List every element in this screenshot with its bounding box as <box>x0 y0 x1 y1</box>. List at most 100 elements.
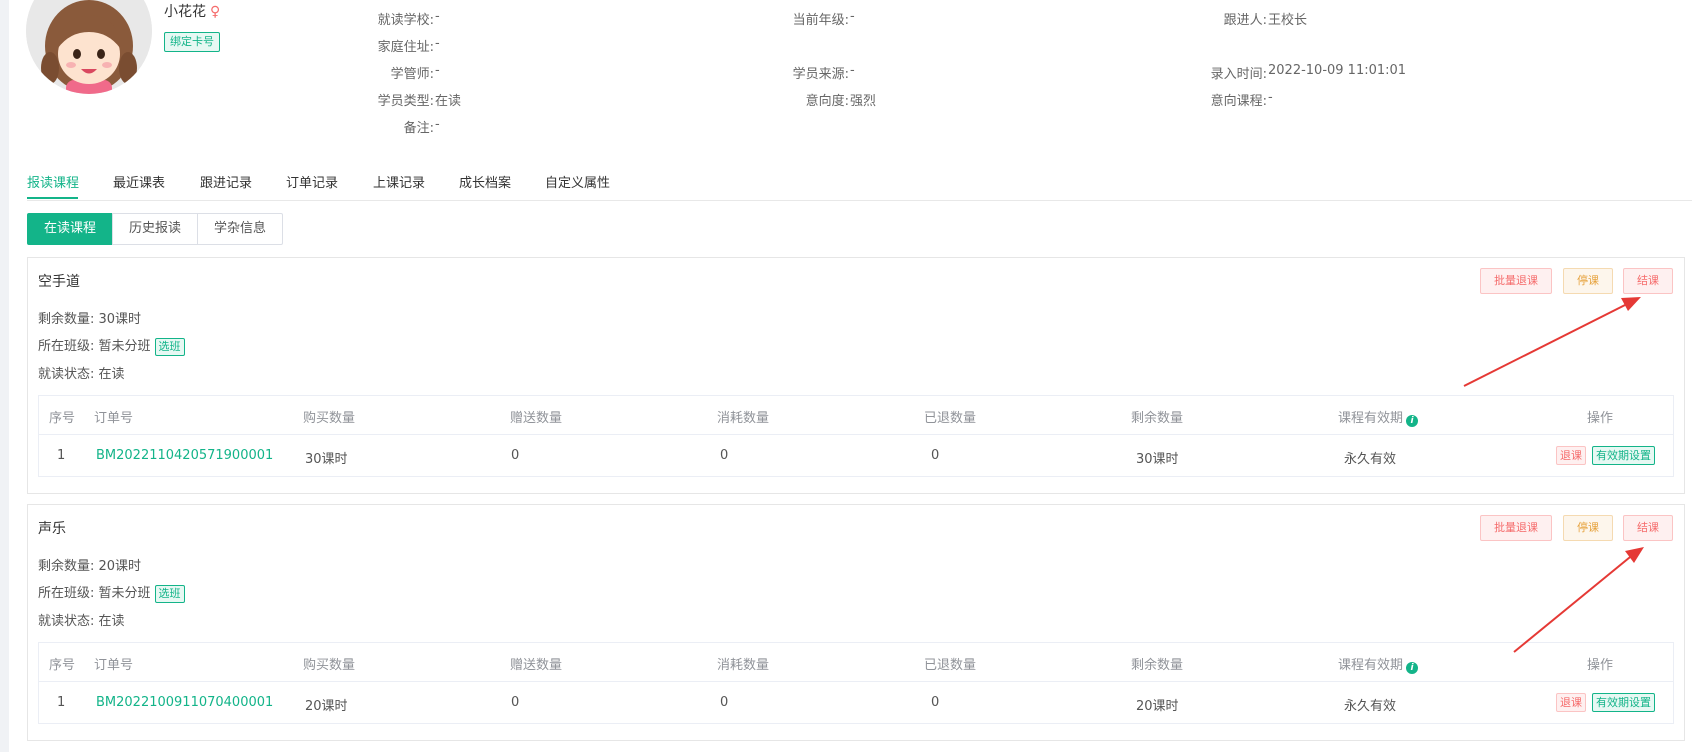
end-course-button[interactable]: 结课 <box>1623 515 1673 541</box>
batch-refund-button[interactable]: 批量退课 <box>1480 515 1552 541</box>
manager-value: - <box>435 63 440 78</box>
th-bought: 购买数量 <box>303 658 356 673</box>
school-label: 就读学校: <box>377 13 434 28</box>
th-validity-text: 课程有效期 <box>1338 411 1404 426</box>
row-validity-settings-button[interactable]: 有效期设置 <box>1592 693 1655 712</box>
intent-label: 意向度: <box>805 94 849 109</box>
cell-validity: 永久有效 <box>1344 452 1397 467</box>
tab-class-records[interactable]: 上课记录 <box>373 172 425 191</box>
th-index: 序号 <box>49 411 76 426</box>
cell-consumed: 0 <box>720 448 729 463</box>
bind-card-button[interactable]: 绑定卡号 <box>164 32 220 52</box>
th-validity: 课程有效期 i <box>1338 407 1419 427</box>
remark-value: - <box>435 117 440 132</box>
th-remaining: 剩余数量 <box>1131 411 1184 426</box>
end-course-button[interactable]: 结课 <box>1623 268 1673 294</box>
tab-follow-records[interactable]: 跟进记录 <box>200 172 252 191</box>
course-card: 声乐 批量退课 停课 结课 剩余数量: 20课时 所在班级: 暂未分班 选班 就读… <box>27 504 1685 741</box>
row-refund-button[interactable]: 退课 <box>1556 693 1586 712</box>
address-value: - <box>435 36 440 51</box>
active-tab-underline <box>27 197 78 199</box>
cell-bought: 30课时 <box>305 452 348 467</box>
cell-remaining: 30课时 <box>1136 452 1179 467</box>
tab-growth-archive[interactable]: 成长档案 <box>459 172 511 191</box>
intent-value: 强烈 <box>850 94 877 109</box>
entry-time-label: 录入时间: <box>1210 67 1267 82</box>
tab-order-records[interactable]: 订单记录 <box>286 172 338 191</box>
th-remaining: 剩余数量 <box>1131 658 1184 673</box>
girl-avatar-illustration <box>26 0 152 94</box>
student-detail-page: 小花花 ♀ 绑定卡号 就读学校: - 当前年级: - 跟进人: 王校长 家庭住址:… <box>9 0 1703 752</box>
table-header-row: 序号 订单号 购买数量 赠送数量 消耗数量 已退数量 剩余数量 课程有效期 i 操… <box>39 396 1673 435</box>
cell-consumed: 0 <box>720 695 729 710</box>
class-info-text: 所在班级: 暂未分班 <box>38 339 151 354</box>
th-returned: 已退数量 <box>924 658 977 673</box>
order-number-link[interactable]: BM2022100911070400001 <box>96 695 273 710</box>
th-returned: 已退数量 <box>924 411 977 426</box>
segment-current-courses[interactable]: 在读课程 <box>27 213 114 245</box>
student-type-label: 学员类型: <box>377 94 434 109</box>
course-title: 空手道 <box>38 274 80 290</box>
row-refund-button[interactable]: 退课 <box>1556 446 1586 465</box>
th-actions: 操作 <box>1587 658 1614 673</box>
segment-misc-fees[interactable]: 学杂信息 <box>197 213 284 245</box>
student-avatar <box>26 0 152 94</box>
female-icon: ♀ <box>210 4 221 20</box>
grade-value: - <box>850 9 855 24</box>
study-status: 就读状态: 在读 <box>38 367 125 382</box>
intent-course-value: - <box>1268 90 1273 105</box>
student-type-value: 在读 <box>435 94 462 109</box>
study-status: 就读状态: 在读 <box>38 614 125 629</box>
segment-history-enrollment[interactable]: 历史报读 <box>112 213 199 245</box>
select-class-button[interactable]: 选班 <box>154 585 185 603</box>
row-validity-settings-button[interactable]: 有效期设置 <box>1592 446 1655 465</box>
follower-label: 跟进人: <box>1223 13 1267 28</box>
batch-refund-button[interactable]: 批量退课 <box>1480 268 1552 294</box>
course-segment-group: 在读课程 历史报读 学杂信息 <box>27 213 284 245</box>
cell-bought: 20课时 <box>305 699 348 714</box>
th-consumed: 消耗数量 <box>717 411 770 426</box>
th-gift: 赠送数量 <box>510 411 563 426</box>
cell-validity: 永久有效 <box>1344 699 1397 714</box>
cell-remaining: 20课时 <box>1136 699 1179 714</box>
table-header-row: 序号 订单号 购买数量 赠送数量 消耗数量 已退数量 剩余数量 课程有效期 i 操… <box>39 643 1673 682</box>
th-index: 序号 <box>49 658 76 673</box>
tab-custom-attributes[interactable]: 自定义属性 <box>545 172 610 191</box>
cell-returned: 0 <box>931 448 940 463</box>
th-validity-text: 课程有效期 <box>1338 658 1404 673</box>
th-actions: 操作 <box>1587 411 1614 426</box>
select-class-button[interactable]: 选班 <box>154 338 185 356</box>
class-info-text: 所在班级: 暂未分班 <box>38 586 151 601</box>
table-row: 1 BM2022110420571900001 30课时 0 0 0 30课时 … <box>39 435 1673 476</box>
th-order-no: 订单号 <box>94 658 134 673</box>
student-name: 小花花 ♀ <box>164 1 220 21</box>
stop-course-button[interactable]: 停课 <box>1563 515 1613 541</box>
manager-label: 学管师: <box>390 67 434 82</box>
cell-index: 1 <box>57 695 66 710</box>
detail-tabs: 报读课程 最近课表 跟进记录 订单记录 上课记录 成长档案 自定义属性 <box>27 160 1692 201</box>
info-icon[interactable]: i <box>1406 415 1419 427</box>
remark-label: 备注: <box>403 121 434 136</box>
class-info: 所在班级: 暂未分班 选班 <box>38 335 185 356</box>
school-value: - <box>435 9 440 24</box>
tab-enrolled-courses[interactable]: 报读课程 <box>27 172 79 191</box>
th-gift: 赠送数量 <box>510 658 563 673</box>
entry-time-value: 2022-10-09 11:01:01 <box>1268 63 1407 78</box>
source-label: 学员来源: <box>792 67 849 82</box>
table-row: 1 BM2022100911070400001 20课时 0 0 0 20课时 … <box>39 682 1673 723</box>
class-info: 所在班级: 暂未分班 选班 <box>38 582 185 603</box>
th-order-no: 订单号 <box>94 411 134 426</box>
cell-index: 1 <box>57 448 66 463</box>
th-validity: 课程有效期 i <box>1338 654 1419 674</box>
stop-course-button[interactable]: 停课 <box>1563 268 1613 294</box>
order-table: 序号 订单号 购买数量 赠送数量 消耗数量 已退数量 剩余数量 课程有效期 i 操… <box>38 642 1674 724</box>
tab-recent-schedule[interactable]: 最近课表 <box>113 172 165 191</box>
cell-gift: 0 <box>511 448 520 463</box>
cell-returned: 0 <box>931 695 940 710</box>
info-icon[interactable]: i <box>1406 662 1419 674</box>
order-table: 序号 订单号 购买数量 赠送数量 消耗数量 已退数量 剩余数量 课程有效期 i 操… <box>38 395 1674 477</box>
th-consumed: 消耗数量 <box>717 658 770 673</box>
cell-gift: 0 <box>511 695 520 710</box>
remaining-quantity: 剩余数量: 20课时 <box>38 559 142 574</box>
order-number-link[interactable]: BM2022110420571900001 <box>96 448 273 463</box>
